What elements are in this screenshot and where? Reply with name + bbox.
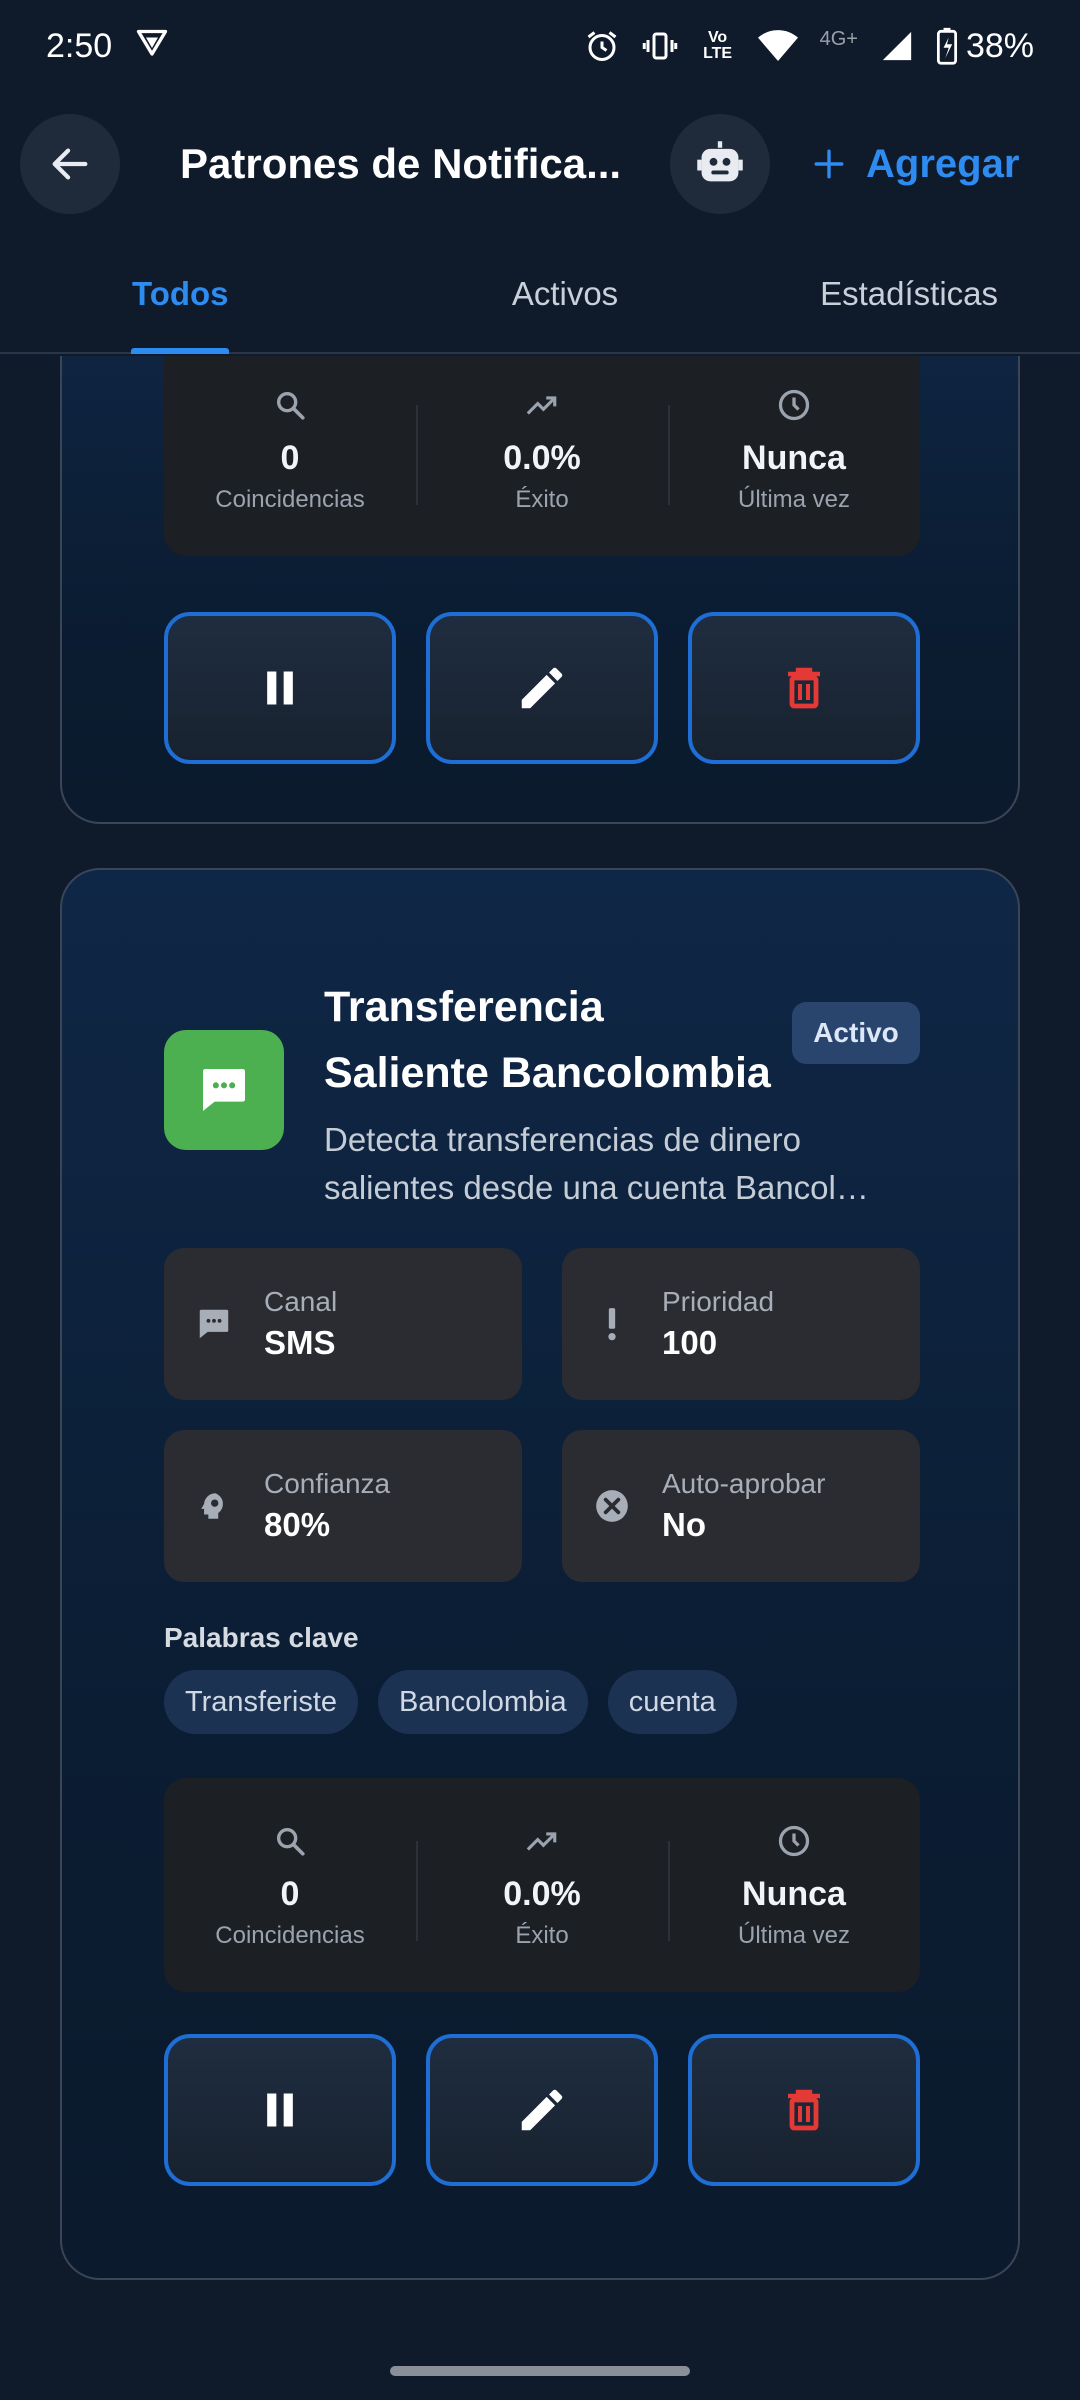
vpn-icon — [134, 24, 170, 69]
info-label: Confianza — [264, 1468, 391, 1499]
sms-app-icon — [164, 1030, 284, 1150]
stat-success: 0.0% Éxito — [416, 1821, 668, 1950]
card-actions — [164, 612, 920, 764]
pattern-description-line: salientes desde una cuenta Bancol… — [324, 1169, 869, 1206]
tab-activos[interactable]: Activos — [421, 236, 710, 352]
clock-icon — [776, 385, 812, 425]
stat-value: Nunca — [742, 438, 846, 477]
stat-label: Última vez — [737, 1921, 851, 1949]
info-label: Auto-aprobar — [662, 1468, 826, 1499]
stat-label: Coincidencias — [215, 485, 365, 513]
pencil-icon — [521, 2089, 563, 2131]
info-value: No — [662, 1506, 706, 1543]
app-bar: Patrones de Notifica... Agregar — [0, 92, 1080, 236]
card-actions — [164, 2034, 920, 2186]
info-value: SMS — [264, 1324, 336, 1361]
add-button[interactable]: Agregar — [812, 142, 1019, 187]
search-icon — [273, 385, 307, 425]
pause-icon — [267, 671, 293, 705]
info-channel: Canal SMS — [164, 1248, 522, 1400]
pattern-header: Transferencia Saliente Bancolombia Activ… — [164, 974, 920, 1206]
stat-last-time: Nunca Última vez — [668, 1821, 920, 1950]
pattern-title: Transferencia Saliente Bancolombia — [324, 974, 794, 1106]
volte-icon: Vo LTE — [703, 29, 733, 62]
info-priority: Prioridad 100 — [562, 1248, 920, 1400]
tab-estadisticas[interactable]: Estadísticas — [709, 236, 1080, 352]
stat-label: Última vez — [737, 485, 851, 513]
keyword-chip: Bancolombia — [378, 1670, 588, 1734]
keywords-heading: Palabras clave — [164, 1622, 359, 1653]
status-time: 2:50 — [46, 26, 113, 65]
pattern-description-line: Detecta transferencias de dinero — [324, 1121, 801, 1158]
message-icon — [203, 1069, 245, 1111]
battery-percent: 38% — [965, 26, 1034, 65]
delete-button[interactable] — [688, 2034, 920, 2186]
pencil-icon — [521, 667, 563, 709]
pattern-list[interactable]: 0 Coincidencias 0.0% Éxito Nunca Última … — [0, 356, 1080, 2350]
info-confidence: Confianza 80% — [164, 1430, 522, 1582]
info-value: 80% — [264, 1506, 331, 1543]
stat-last-time: Nunca Última vez — [668, 385, 920, 514]
info-value: 100 — [662, 1324, 718, 1361]
add-button-label: Agregar — [866, 141, 1020, 186]
edit-button[interactable] — [426, 612, 658, 764]
stat-coincidences: 0 Coincidencias — [164, 385, 416, 514]
wifi-icon — [757, 28, 798, 64]
pattern-title-line: Saliente Bancolombia — [324, 1049, 771, 1097]
pattern-title-line: Transferencia — [324, 983, 604, 1031]
stat-success: 0.0% Éxito — [416, 385, 668, 514]
signal-icon — [880, 29, 914, 63]
robot-icon — [697, 141, 743, 182]
stat-value: 0 — [280, 438, 300, 477]
battery-icon — [936, 27, 958, 65]
trending-up-icon — [523, 1821, 561, 1861]
edit-button[interactable] — [426, 2034, 658, 2186]
stat-value: 0.0% — [503, 438, 581, 477]
robot-button[interactable] — [670, 114, 770, 214]
stat-label: Éxito — [515, 485, 569, 513]
pattern-card: Transferencia Saliente Bancolombia Activ… — [60, 868, 1020, 2280]
clock-icon — [776, 1821, 812, 1861]
exclamation-icon — [562, 1305, 662, 1343]
pattern-card: 0 Coincidencias 0.0% Éxito Nunca Última … — [60, 356, 1020, 824]
info-label: Prioridad — [662, 1286, 775, 1317]
stat-value: 0.0% — [503, 1874, 581, 1913]
pause-button[interactable] — [164, 2034, 396, 2186]
info-auto-approve: Auto-aprobar No — [562, 1430, 920, 1582]
alarm-icon — [584, 28, 620, 64]
page-title: Patrones de Notifica... — [180, 140, 622, 187]
pause-button[interactable] — [164, 612, 396, 764]
psychology-icon — [164, 1487, 264, 1525]
sms-icon — [164, 1305, 264, 1343]
status-bar: 2:50 Vo LTE 4G+ 38% — [0, 0, 1080, 92]
keyword-chips: Transferiste Bancolombia cuenta — [164, 1670, 737, 1734]
trash-icon — [788, 2089, 820, 2131]
stat-value: 0 — [280, 1874, 300, 1913]
stat-label: Coincidencias — [215, 1921, 365, 1949]
info-label: Canal — [264, 1286, 338, 1317]
stats-box: 0 Coincidencias 0.0% Éxito Nunca Última … — [164, 1778, 920, 1992]
keyword-chip: cuenta — [607, 1670, 737, 1734]
stat-label: Éxito — [515, 1921, 569, 1949]
delete-button[interactable] — [688, 612, 920, 764]
stat-coincidences: 0 Coincidencias — [164, 1821, 416, 1950]
home-indicator[interactable] — [390, 2366, 690, 2376]
stat-value: Nunca — [742, 1874, 846, 1913]
pattern-description: Detecta transferencias de dinero salient… — [324, 1116, 914, 1212]
network-type: 4G+ — [819, 27, 858, 50]
keyword-chip: Transferiste — [164, 1670, 359, 1734]
pause-icon — [267, 2093, 293, 2127]
tab-todos[interactable]: Todos — [0, 236, 421, 354]
vibrate-icon — [642, 28, 678, 64]
search-icon — [273, 1821, 307, 1861]
plus-icon — [814, 149, 844, 179]
status-badge: Activo — [792, 1002, 920, 1064]
stats-box: 0 Coincidencias 0.0% Éxito Nunca Última … — [164, 356, 920, 556]
trash-icon — [788, 667, 820, 709]
back-button[interactable] — [20, 114, 120, 214]
trending-up-icon — [523, 385, 561, 425]
arrow-back-icon — [52, 148, 88, 180]
tab-bar: Todos Activos Estadísticas — [0, 236, 1080, 354]
cancel-circle-icon — [562, 1487, 662, 1525]
